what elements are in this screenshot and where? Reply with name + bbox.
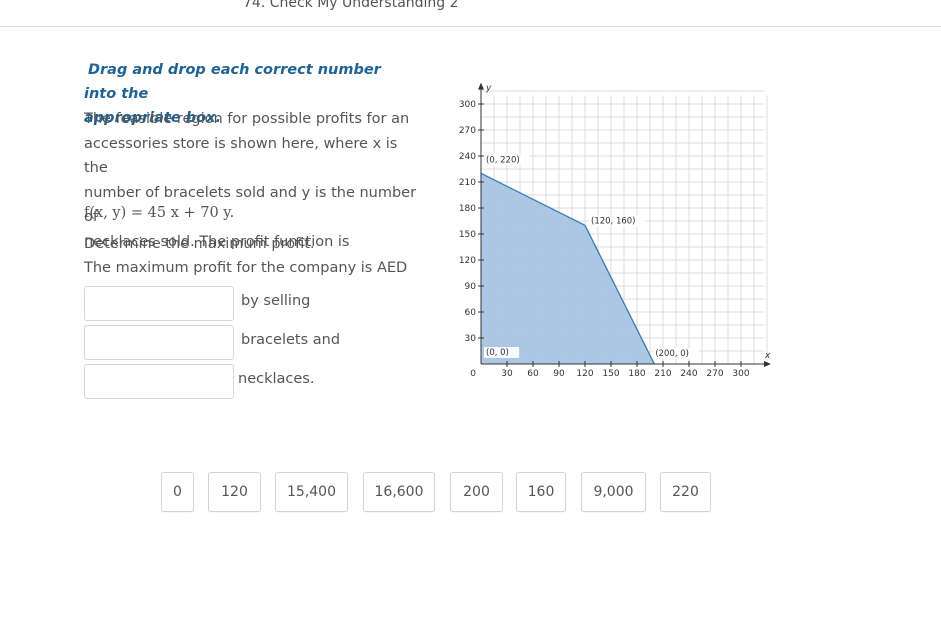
profit-function: f(x, y) = 45 x + 70 y. <box>84 205 235 221</box>
chip-220[interactable]: 220 <box>660 472 711 512</box>
chip-160[interactable]: 160 <box>516 472 566 512</box>
x-tick-label: 150 <box>602 369 619 379</box>
feasible-region-layer <box>480 172 655 365</box>
x-tick-label: 270 <box>706 369 723 379</box>
y-tick-label: 270 <box>459 126 476 136</box>
y-tick-label: 300 <box>459 100 476 110</box>
drop-box-profit[interactable] <box>84 286 234 321</box>
x-tick-label: 30 <box>501 369 513 379</box>
y-tick-label: 240 <box>459 152 476 162</box>
vertex-label: (120, 160) <box>591 216 635 226</box>
page-title: 74. Check My Understanding 2 <box>243 0 459 11</box>
y-tick-label: 60 <box>465 308 477 318</box>
y-tick-label: 120 <box>459 256 476 266</box>
problem-text: The feasible region for possible profits… <box>84 107 419 254</box>
x-tick-label: 60 <box>527 369 539 379</box>
y-axis-arrow <box>478 82 484 90</box>
question-text: Determine the maximum profit. <box>84 236 315 252</box>
y-tick-label: 30 <box>465 334 477 344</box>
statement-text: The maximum profit for the company is AE… <box>84 260 408 276</box>
vertex-label: (0, 220) <box>486 155 520 165</box>
y-tick-label: 180 <box>459 204 476 214</box>
vertex-label: (200, 0) <box>655 349 689 359</box>
x-tick-label: 90 <box>553 369 565 379</box>
label-bracelets-and: bracelets and <box>241 332 341 348</box>
feasible-region <box>481 173 655 364</box>
x-tick-label: 180 <box>628 369 645 379</box>
chip-120[interactable]: 120 <box>208 472 261 512</box>
y-tick-label: 210 <box>459 178 476 188</box>
y-axis-label: y <box>485 84 492 94</box>
problem-line-1: The feasible region for possible profits… <box>84 111 410 127</box>
label-by-selling: by selling <box>241 293 311 309</box>
chip-15400[interactable]: 15,400 <box>275 472 348 512</box>
drop-box-bracelets[interactable] <box>84 325 234 360</box>
x-tick-label: 240 <box>680 369 697 379</box>
chip-9000[interactable]: 9,000 <box>581 472 646 512</box>
instruction-line-1: Drag and drop each correct number into t… <box>84 62 381 102</box>
y-tick-label: 90 <box>465 282 477 292</box>
header-divider <box>0 26 941 27</box>
x-tick-label: 300 <box>732 369 749 379</box>
x-tick-label: 120 <box>576 369 593 379</box>
y-tick-label: 150 <box>459 230 476 240</box>
chip-16600[interactable]: 16,600 <box>363 472 435 512</box>
chip-200[interactable]: 200 <box>450 472 503 512</box>
drop-box-necklaces[interactable] <box>84 364 234 399</box>
vertex-label: (0, 0) <box>486 348 509 358</box>
chip-0[interactable]: 0 <box>161 472 194 512</box>
x-tick-label: 210 <box>654 369 671 379</box>
origin-label: 0 <box>470 369 476 379</box>
x-axis-label: x <box>764 351 771 361</box>
problem-line-2: accessories store is shown here, where x… <box>84 135 398 177</box>
feasible-region-chart: x y 30 60 90 120 150 180 210 240 270 300 30 60 90 120 1… <box>459 82 771 379</box>
label-necklaces: necklaces. <box>238 371 315 387</box>
